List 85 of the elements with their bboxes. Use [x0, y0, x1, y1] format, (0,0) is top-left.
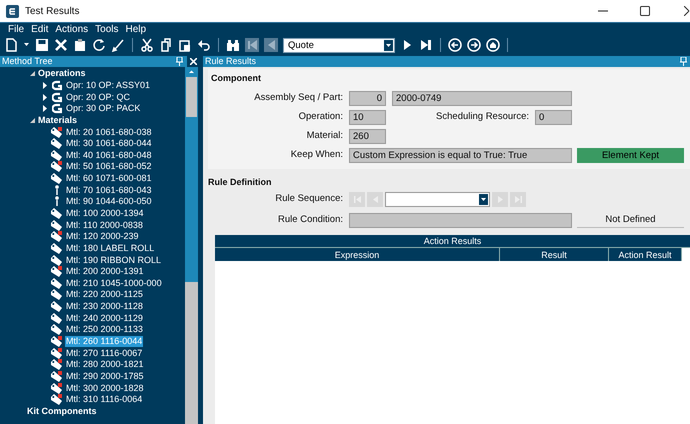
tree-item[interactable]: Mtl: 20 1061-680-038 [65, 126, 153, 138]
tree-item[interactable]: Mtl: 300 2000-1828 [65, 382, 145, 394]
app-logo-icon [6, 4, 19, 18]
rule-sequence-dropdown[interactable] [385, 192, 490, 206]
maximize-icon[interactable] [640, 6, 650, 16]
tree-item[interactable]: Mtl: 90 1044-600-050 [65, 196, 153, 208]
tree-item[interactable]: Mtl: 280 2000-1821 [65, 359, 145, 370]
menu-item[interactable]: Help [126, 22, 146, 37]
column-header[interactable]: Result [500, 248, 609, 261]
tree-item[interactable]: Mtl: 290 2000-1785 [65, 370, 145, 382]
tree-item[interactable]: Mtl: 230 2000-1128 [65, 301, 144, 312]
scissors-icon[interactable] [140, 38, 154, 52]
tree-item[interactable]: Mtl: 240 2000-1129 [65, 312, 144, 324]
copy-icon[interactable] [159, 38, 173, 52]
caret-icon[interactable] [386, 44, 391, 46]
tree-item[interactable]: Mtl: 190 RIBBON ROLL [65, 254, 162, 266]
window-title: Test Results [25, 4, 80, 18]
tree-item[interactable]: Mtl: 200 2000-1391 [65, 266, 145, 278]
pin-icon[interactable] [680, 57, 687, 66]
column-header[interactable]: Expression [215, 248, 500, 261]
tree-group-label[interactable]: Materials [37, 114, 78, 126]
grid-title: Action Results [215, 235, 690, 247]
expand-icon[interactable] [43, 82, 47, 89]
tree-item[interactable]: Mtl: 120 2000-239 [65, 231, 140, 242]
panel-title: Rule Results [205, 56, 256, 67]
scrollbar[interactable] [185, 67, 198, 424]
input-field[interactable]: 2000-0749 [392, 90, 572, 106]
panel-title: Method Tree [2, 56, 53, 67]
input-field[interactable]: 0 [535, 110, 572, 124]
binoculars-icon[interactable] [226, 38, 240, 52]
field-label: Assembly Seq / Part: [253, 90, 344, 105]
menu-item[interactable]: Actions [55, 22, 88, 37]
tree-item[interactable]: Mtl: 210 1045-1000-000 [65, 278, 163, 289]
input-field[interactable]: 260 [349, 128, 386, 144]
home-icon[interactable] [486, 38, 500, 52]
section-title: Component [210, 72, 262, 85]
menu-item[interactable]: Tools [95, 22, 119, 37]
tree-item[interactable]: Mtl: 250 2000-1133 [65, 324, 144, 336]
tree-item[interactable]: Mtl: 50 1061-680-052 [65, 161, 153, 172]
tree-item[interactable]: Mtl: 110 2000-0838 [65, 220, 144, 231]
tree-item[interactable]: Mtl: 70 1061-680-043 [65, 184, 153, 196]
tree-item[interactable]: Mtl: 310 1116-0064 [65, 394, 144, 406]
new-page-icon[interactable] [4, 38, 18, 52]
tree-item[interactable]: Mtl: 270 1116-0067 [65, 348, 144, 359]
refresh-icon[interactable] [92, 38, 106, 52]
collapse-icon[interactable] [30, 118, 34, 123]
tree-item[interactable]: Opr: 10 OP: ASSY01 [65, 80, 152, 91]
input-field[interactable]: 0 [349, 90, 386, 106]
field-label: Scheduling Resource: [435, 110, 530, 124]
scroll-thumb[interactable] [186, 77, 197, 117]
field-label: Material: [306, 128, 344, 143]
expand-icon[interactable] [43, 94, 47, 101]
input-field[interactable] [349, 212, 572, 228]
tree-item[interactable]: Mtl: 30 1061-680-044 [65, 138, 153, 150]
save-icon[interactable] [35, 38, 49, 52]
tree-group-label[interactable]: Kit Components [26, 406, 98, 417]
field-label: Rule Condition: [277, 212, 344, 227]
menu-item[interactable]: File [8, 22, 24, 37]
status-label: Not Defined [577, 212, 684, 228]
expand-icon[interactable] [43, 105, 47, 112]
section-title: Rule Definition [207, 176, 272, 188]
tree-item[interactable]: Opr: 30 OP: PACK [65, 103, 142, 114]
pin-icon[interactable] [176, 57, 183, 66]
field-label: Rule Sequence: [274, 192, 344, 206]
undo-icon[interactable] [197, 38, 211, 52]
last-record-icon[interactable] [419, 38, 433, 52]
clipboard-icon[interactable] [73, 38, 87, 52]
caret-icon[interactable] [481, 198, 486, 200]
tree-item[interactable]: Mtl: 60 1071-600-081 [65, 173, 153, 184]
tree-item[interactable]: Mtl: 100 2000-1394 [65, 208, 145, 219]
record-type-dropdown[interactable]: Quote [283, 38, 395, 52]
delete-icon[interactable] [54, 38, 68, 52]
column-header[interactable]: Action Result [609, 248, 682, 261]
input-field[interactable]: 10 [349, 110, 386, 124]
field-label: Operation: [298, 110, 344, 124]
tree-item[interactable]: Mtl: 180 LABEL ROLL [65, 242, 156, 254]
tree-item[interactable]: Mtl: 40 1061-680-048 [65, 150, 153, 161]
tree-group-label[interactable]: Operations [37, 68, 87, 80]
tree-item[interactable]: Opr: 20 OP: QC [65, 92, 132, 103]
menu-item[interactable]: Edit [31, 22, 48, 37]
status-button[interactable]: Element Kept [577, 148, 684, 162]
tree-item[interactable]: Mtl: 220 2000-1125 [65, 289, 144, 300]
collapse-icon[interactable] [30, 71, 34, 76]
input-field[interactable]: Custom Expression is equal to True: True [349, 148, 572, 162]
field-label: Keep When: [290, 148, 344, 162]
